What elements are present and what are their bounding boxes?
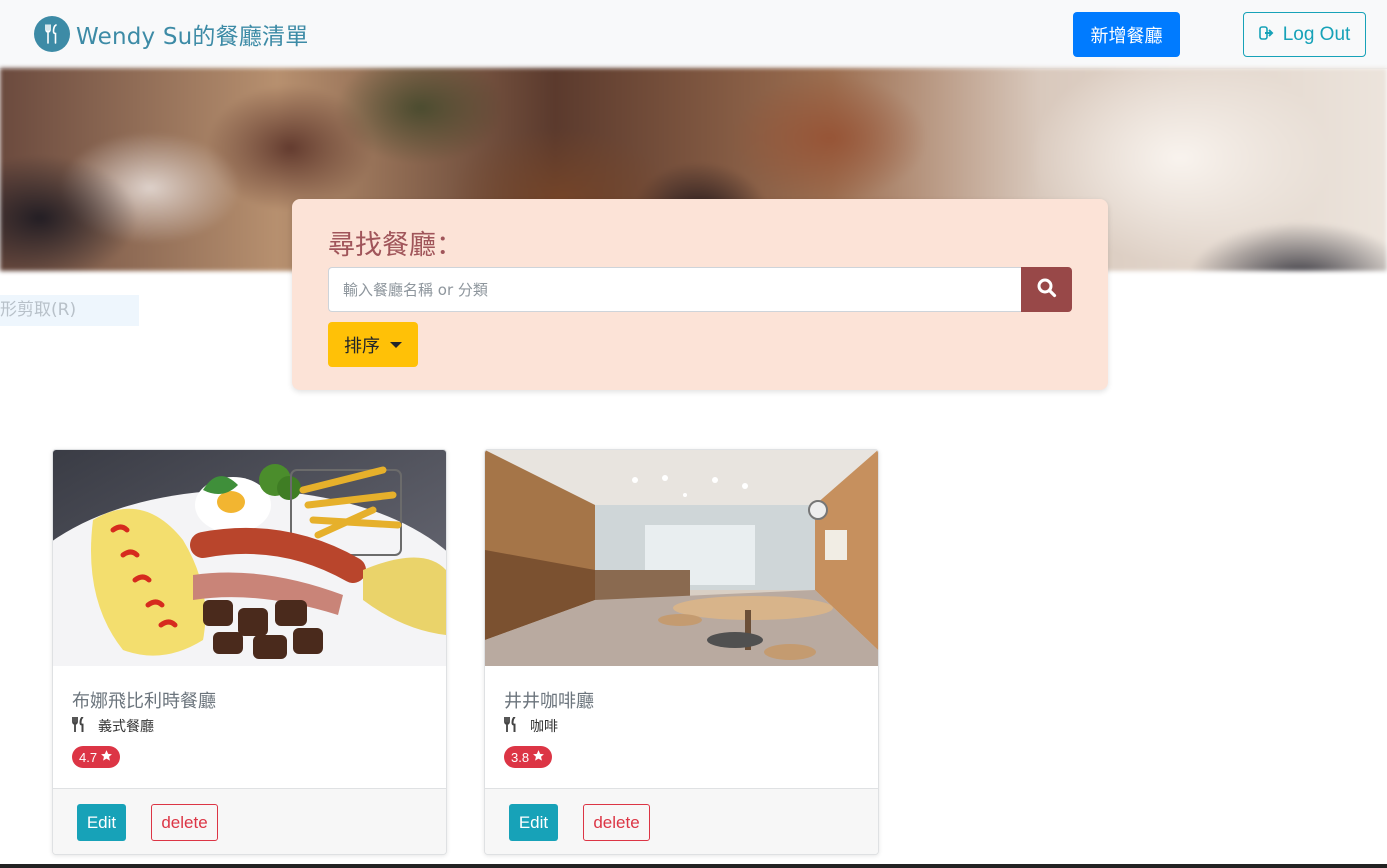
edit-button[interactable]: Edit [77, 804, 126, 841]
delete-button[interactable]: delete [151, 804, 218, 841]
category-label: 義式餐廳 [98, 719, 154, 735]
restaurant-name[interactable]: 井井咖啡廳 [504, 687, 594, 713]
rating-value: 3.8 [511, 749, 530, 765]
brand-title[interactable]: Wendy Su的餐廳清單 [76, 17, 308, 51]
search-button[interactable] [1021, 267, 1072, 312]
sort-label: 排序 [344, 335, 380, 357]
restaurant-card[interactable]: 井井咖啡廳 咖啡 3.8 Edit delete [484, 449, 879, 855]
delete-button[interactable]: delete [583, 804, 650, 841]
search-icon [1037, 278, 1057, 301]
utensils-icon [504, 715, 518, 736]
add-restaurant-button[interactable]: 新增餐廳 [1073, 12, 1180, 57]
search-input[interactable] [328, 267, 1021, 312]
utensils-icon [72, 715, 86, 736]
restaurant-card[interactable]: 布娜飛比利時餐廳 義式餐廳 4.7 Edit delete [52, 449, 447, 855]
brand-link[interactable]: Wendy Su的餐廳清單 [34, 16, 308, 52]
search-panel: 尋找餐廳： 排序 [292, 199, 1108, 390]
logout-label: Log Out [1282, 23, 1351, 45]
utensils-icon [34, 16, 70, 52]
sign-out-icon [1258, 24, 1275, 46]
navbar: Wendy Su的餐廳清單 新增餐廳 Log Out [0, 0, 1387, 69]
rating-badge: 3.8 [504, 746, 553, 768]
rating-value: 4.7 [79, 749, 98, 765]
overlay-hint-text: 形剪取(R) [0, 295, 139, 326]
sort-dropdown-button[interactable]: 排序 [328, 322, 418, 367]
search-title: 尋找餐廳： [328, 230, 463, 261]
card-footer: Edit delete [53, 788, 446, 854]
restaurant-image[interactable] [485, 450, 878, 666]
restaurant-name[interactable]: 布娜飛比利時餐廳 [72, 687, 216, 713]
window-bottom-edge [0, 864, 1387, 868]
rating-badge: 4.7 [72, 746, 121, 768]
category-label: 咖啡 [530, 719, 558, 735]
star-icon [532, 749, 545, 765]
star-icon [100, 749, 113, 765]
caret-down-icon [390, 341, 402, 348]
card-footer: Edit delete [485, 788, 878, 854]
edit-button[interactable]: Edit [509, 804, 558, 841]
logout-button[interactable]: Log Out [1243, 12, 1366, 57]
restaurant-image[interactable] [53, 450, 446, 666]
restaurant-category: 咖啡 [504, 715, 558, 736]
restaurant-category: 義式餐廳 [72, 715, 154, 736]
